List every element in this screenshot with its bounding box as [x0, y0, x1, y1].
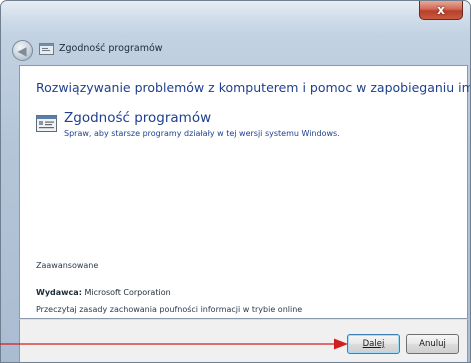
- close-icon: x: [437, 3, 445, 17]
- close-button[interactable]: x: [419, 1, 463, 20]
- option-title: Zgodność programów: [64, 110, 212, 126]
- publisher-label: Wydawca:: [36, 288, 82, 297]
- program-compatibility-icon: [39, 43, 54, 55]
- option-description: Spraw, aby starsze programy działały w t…: [64, 129, 340, 138]
- advanced-link[interactable]: Zaawansowane: [36, 261, 98, 270]
- back-arrow-icon: ◀: [17, 43, 27, 58]
- content-panel: Rozwiązywanie problemów z komputerem i p…: [19, 65, 471, 319]
- program-compatibility-option[interactable]: Zgodność programów Spraw, aby starsze pr…: [36, 110, 446, 150]
- privacy-link[interactable]: Przeczytaj zasady zachowania poufności i…: [36, 305, 302, 314]
- back-button[interactable]: ◀: [12, 40, 33, 61]
- page-heading: Rozwiązywanie problemów z komputerem i p…: [36, 80, 471, 95]
- annotation-arrow-icon: [0, 338, 348, 350]
- cancel-button[interactable]: Anuluj: [406, 334, 459, 354]
- program-compatibility-icon: [36, 115, 57, 132]
- dialog-window: x ◀ Zgodność programów Rozwiązywanie pro…: [0, 0, 471, 363]
- publisher-value: Microsoft Corporation: [84, 288, 171, 297]
- publisher-line: Wydawca: Microsoft Corporation: [36, 288, 171, 297]
- title-bar: x ◀ Zgodność programów: [1, 1, 470, 61]
- next-button[interactable]: Dalej: [347, 334, 400, 354]
- window-title: Zgodność programów: [59, 43, 163, 54]
